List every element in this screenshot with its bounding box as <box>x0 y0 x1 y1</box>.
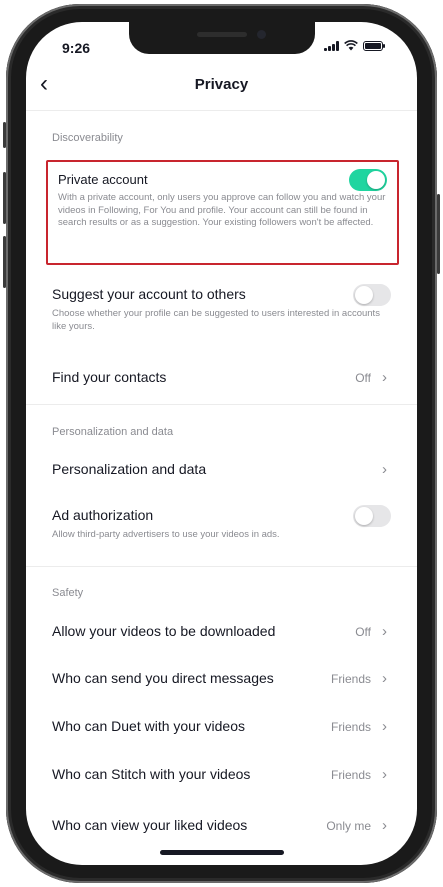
safety-row-title[interactable]: Allow your videos to be downloaded <box>52 623 275 639</box>
section-divider <box>26 566 417 567</box>
suggest-account-toggle[interactable] <box>353 284 391 306</box>
mute-switch <box>3 122 6 148</box>
safety-row-title[interactable]: Who can Stitch with your videos <box>52 766 250 782</box>
screen: 9:26 ‹ Privacy Discoverability Private a… <box>26 22 417 865</box>
chevron-right-icon[interactable]: › <box>382 719 387 734</box>
find-contacts-value[interactable]: Off <box>355 371 371 385</box>
speaker <box>197 32 247 37</box>
private-account-toggle[interactable] <box>349 169 387 191</box>
volume-down-button <box>3 236 6 288</box>
section-divider <box>26 404 417 405</box>
status-icons <box>324 40 385 51</box>
safety-row-value[interactable]: Friends <box>331 672 371 686</box>
signal-icon <box>324 40 339 51</box>
chevron-right-icon[interactable]: › <box>382 370 387 385</box>
ad-authorization-description: Allow third-party advertisers to use you… <box>52 529 280 540</box>
chevron-right-icon[interactable]: › <box>382 462 387 477</box>
volume-up-button <box>3 172 6 224</box>
page-title: Privacy <box>194 76 249 93</box>
chevron-right-icon[interactable]: › <box>382 818 387 833</box>
ad-authorization-toggle[interactable] <box>353 505 391 527</box>
suggest-account-description: Choose whether your profile can be sugge… <box>52 308 380 332</box>
safety-row-value[interactable]: Only me <box>326 819 371 833</box>
wifi-icon <box>344 40 358 51</box>
chevron-right-icon[interactable]: › <box>382 624 387 639</box>
notch <box>129 22 315 54</box>
find-contacts-title[interactable]: Find your contacts <box>52 369 166 385</box>
phone-frame: 9:26 ‹ Privacy Discoverability Private a… <box>3 4 440 883</box>
status-time: 9:26 <box>62 40 91 56</box>
safety-row-value[interactable]: Friends <box>331 720 371 734</box>
battery-icon <box>363 40 385 51</box>
safety-row-title[interactable]: Who can view your liked videos <box>52 817 247 833</box>
power-button <box>437 194 440 274</box>
private-account-description: With a private account, only users you a… <box>58 192 386 228</box>
safety-row-value[interactable]: Friends <box>331 768 371 782</box>
home-indicator[interactable] <box>160 850 284 855</box>
safety-row-value[interactable]: Off <box>355 625 371 639</box>
safety-row-title[interactable]: Who can send you direct messages <box>52 670 274 686</box>
section-header-safety: Safety <box>52 587 84 599</box>
section-header-personalization: Personalization and data <box>52 426 174 438</box>
safety-row-title[interactable]: Who can Duet with your videos <box>52 718 245 734</box>
private-account-title: Private account <box>58 172 148 187</box>
nav-bar: ‹ Privacy <box>26 66 417 106</box>
personalization-row-title[interactable]: Personalization and data <box>52 461 206 477</box>
chevron-right-icon[interactable]: › <box>382 671 387 686</box>
chevron-right-icon[interactable]: › <box>382 767 387 782</box>
header-divider <box>26 110 417 111</box>
ad-authorization-title: Ad authorization <box>52 507 154 523</box>
camera <box>257 30 266 39</box>
suggest-account-title: Suggest your account to others <box>52 286 246 302</box>
section-header-discoverability: Discoverability <box>52 132 123 144</box>
